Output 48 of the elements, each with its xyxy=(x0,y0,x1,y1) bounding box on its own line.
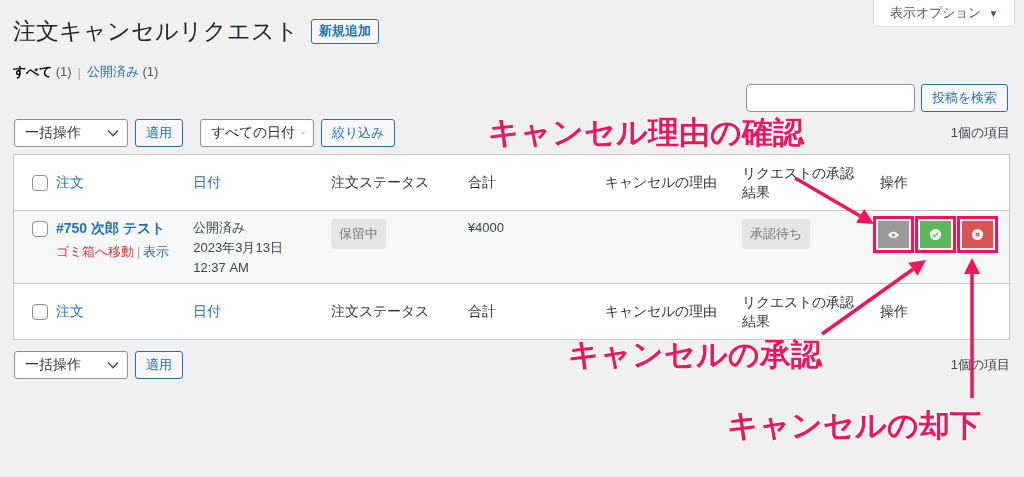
column-header[interactable]: 注文 xyxy=(56,174,84,191)
column-header: リクエストの承認結果 xyxy=(742,294,855,329)
search-button[interactable]: 投稿を検索 xyxy=(921,84,1008,112)
approval-badge: 承認待ち xyxy=(742,219,811,249)
column-header: 合計 xyxy=(467,303,496,320)
annotation-label: キャンセル理由の確認 xyxy=(488,115,804,151)
separator: | xyxy=(77,64,81,80)
order-title-link[interactable]: #750 次郎 テスト xyxy=(56,220,165,236)
column-header: 注文ステータス xyxy=(330,303,429,320)
checkbox[interactable] xyxy=(32,221,48,237)
search-field[interactable] xyxy=(746,84,915,112)
status-badge: 保留中 xyxy=(330,219,386,249)
column-header: リクエストの承認結果 xyxy=(742,165,855,200)
column-header: 操作 xyxy=(879,174,908,191)
separator: | xyxy=(137,244,141,259)
chevron-down-icon xyxy=(107,361,119,369)
chevron-down-icon xyxy=(107,129,119,137)
bulk-action-select[interactable]: 一括操作 xyxy=(14,351,128,379)
close-icon xyxy=(971,229,983,240)
eye-icon xyxy=(886,229,900,240)
screen-options-button[interactable]: 表示オプション ▼ xyxy=(873,0,1015,27)
column-header: キャンセルの理由 xyxy=(605,174,718,191)
column-header: 注文ステータス xyxy=(330,174,429,191)
view-link[interactable]: 表示 xyxy=(143,244,170,259)
date-filter-select[interactable]: すべての日付 xyxy=(200,119,314,147)
checkbox[interactable] xyxy=(32,174,48,191)
column-header: キャンセルの理由 xyxy=(605,303,718,320)
filter-link[interactable]: すべて (1) xyxy=(13,63,72,81)
total-text: ¥4000 xyxy=(467,220,504,235)
trash-link[interactable]: ゴミ箱へ移動 xyxy=(56,244,134,259)
item-count: 1個の項目 xyxy=(950,124,1010,142)
annotation-label: キャンセルの承認 xyxy=(568,337,822,373)
page-title: 注文キャンセルリクエスト xyxy=(13,16,299,46)
filter-button[interactable]: 絞り込み xyxy=(321,119,395,147)
column-header[interactable]: 日付 xyxy=(193,174,222,191)
annotation-label: キャンセルの却下 xyxy=(727,408,981,444)
add-new-button[interactable]: 新規追加 xyxy=(311,18,379,44)
apply-button[interactable]: 適用 xyxy=(135,351,183,379)
date-text: 公開済み 2023年3月13日 12:37 AM xyxy=(193,219,284,277)
filter-link[interactable]: 公開済み (1) xyxy=(86,63,159,81)
apply-button[interactable]: 適用 xyxy=(135,119,183,147)
column-header: 合計 xyxy=(467,174,496,191)
column-header: 操作 xyxy=(879,303,908,320)
column-header[interactable]: 注文 xyxy=(56,303,84,320)
bulk-action-select[interactable]: 一括操作 xyxy=(14,119,128,147)
checkbox[interactable] xyxy=(32,303,48,320)
check-icon xyxy=(929,229,941,240)
column-header[interactable]: 日付 xyxy=(193,303,222,320)
